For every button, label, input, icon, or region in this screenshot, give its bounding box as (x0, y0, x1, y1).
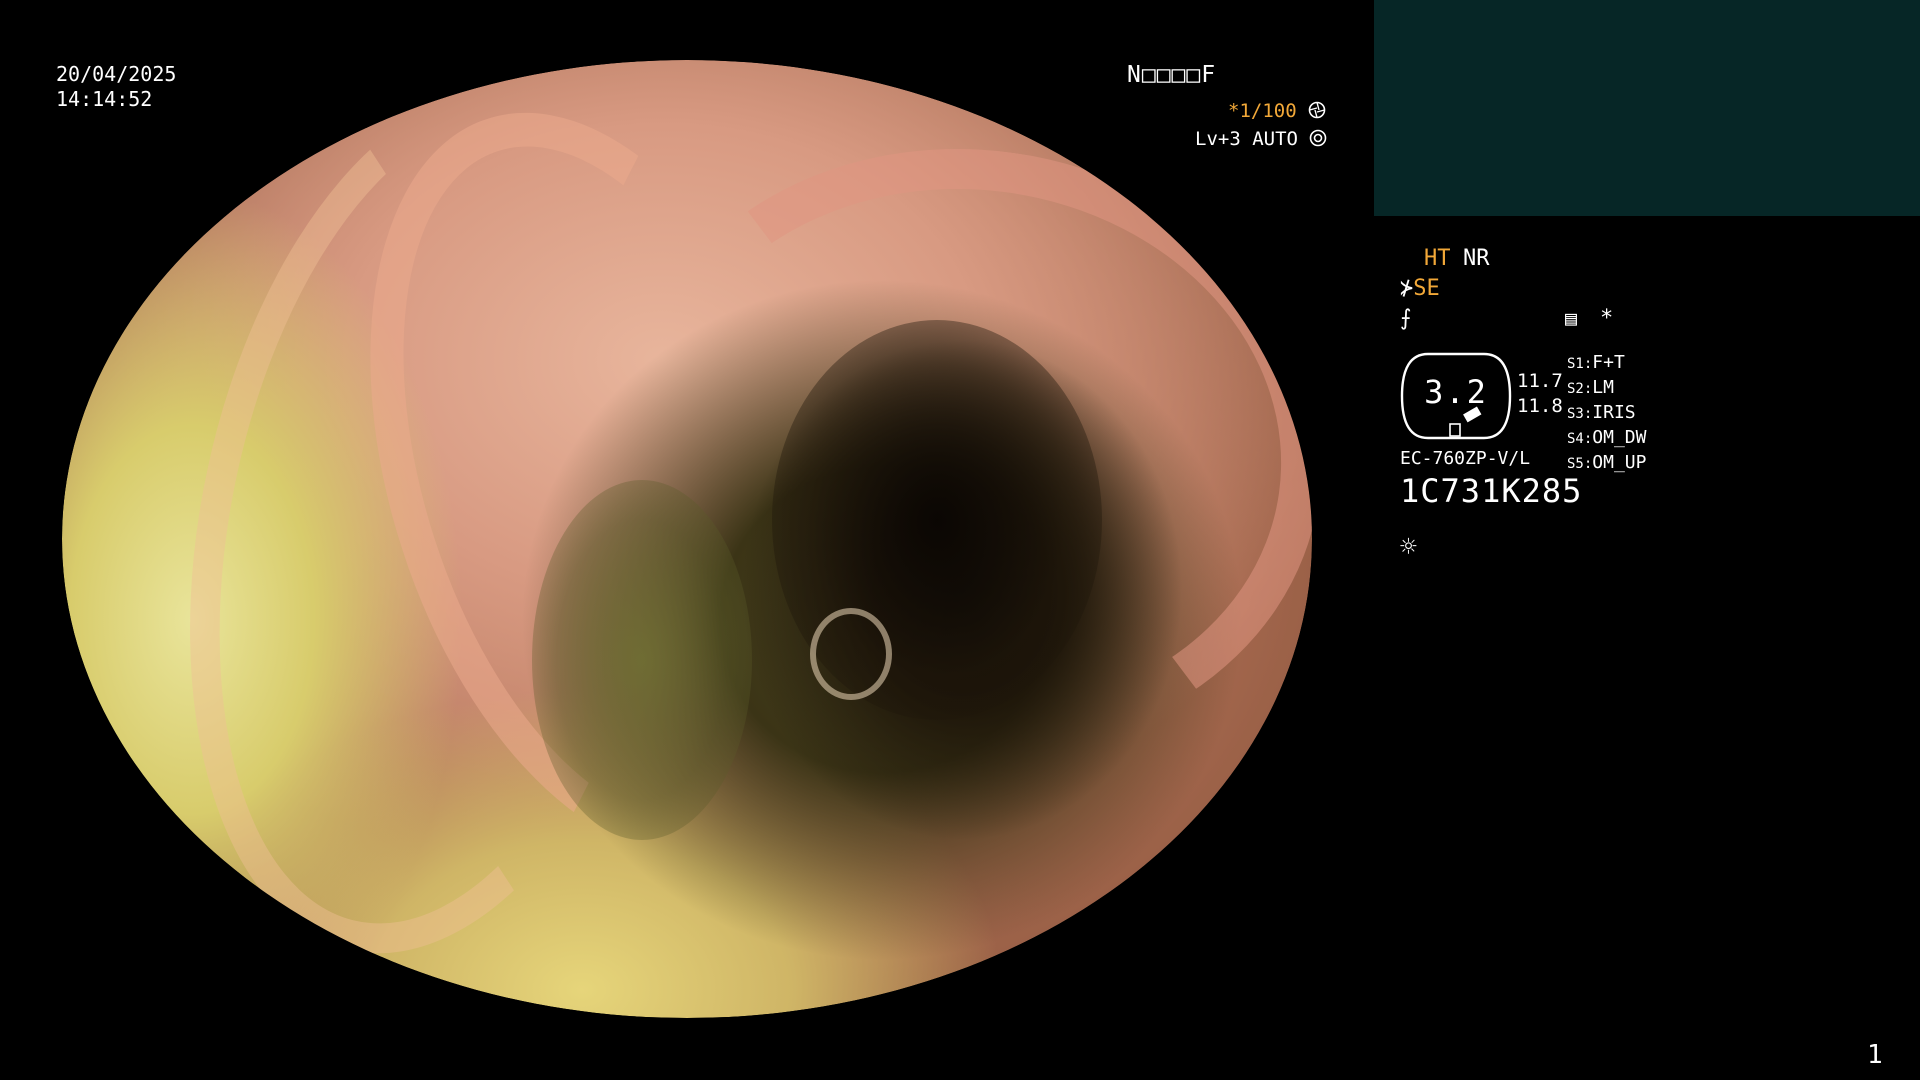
light-icon: ☼ (1400, 530, 1417, 563)
switch-s4: S4:OM_DW (1567, 427, 1646, 448)
serial-label: N□□□□F (1127, 62, 1217, 88)
switch-key: S3: (1567, 406, 1593, 422)
switch-value: OM_UP (1592, 452, 1647, 473)
level-readout: Lv+3 AUTO (1195, 128, 1327, 152)
level-text: Lv+3 AUTO (1195, 128, 1298, 150)
date-text: 20/04/2025 (56, 62, 177, 86)
gauge-reading-top: 11.7 (1517, 370, 1563, 392)
f-slash-icon: ⨍ (1400, 306, 1412, 331)
switch-key: S2: (1567, 381, 1593, 397)
switch-value: IRIS (1592, 402, 1636, 423)
se-indicator: ⊁SE (1400, 276, 1440, 301)
switch-s5: S5:OM_UP (1567, 452, 1646, 473)
switch-value: F+T (1592, 352, 1625, 373)
endoscopy-view (62, 60, 1312, 1018)
patient-info-box (1374, 0, 1920, 216)
scope-model: EC-760ZP-V/L (1400, 448, 1531, 469)
se-text: SE (1413, 276, 1440, 301)
time-text: 14:14:52 (56, 87, 153, 111)
page-number: 1 (1867, 1040, 1883, 1070)
timestamp: 20/04/2025 14:14:52 (56, 62, 176, 112)
gauge-value: 3.2 (1424, 373, 1488, 411)
scope-tip-icon: ⊁ (1400, 276, 1414, 301)
auto-iris-icon (1309, 129, 1327, 152)
shutter-readout: *1/100 (1228, 100, 1326, 124)
status-panel: HT NR ⊁SE ⨍ ▤ * 3.2 11.7 11.8 S1:F+T S2:… (1400, 240, 1800, 570)
switch-key: S5: (1567, 456, 1593, 472)
aperture-icon (1308, 101, 1326, 124)
nr-indicator: NR (1463, 246, 1490, 271)
switch-s2: S2:LM (1567, 377, 1614, 398)
switch-value: LM (1592, 377, 1614, 398)
switch-value: OM_DW (1592, 427, 1647, 448)
scope-id: 1C731K285 (1400, 472, 1583, 510)
endoscopy-image (62, 60, 1312, 1018)
menu-icon: ▤ (1565, 306, 1578, 330)
gauge-reading-bottom: 11.8 (1517, 395, 1563, 417)
ht-indicator: HT (1424, 246, 1451, 271)
shutter-text: *1/100 (1228, 100, 1297, 122)
star-indicator: * (1600, 306, 1614, 331)
switch-s1: S1:F+T (1567, 352, 1625, 373)
switch-key: S1: (1567, 356, 1593, 372)
switch-s3: S3:IRIS (1567, 402, 1636, 423)
switch-key: S4: (1567, 431, 1593, 447)
